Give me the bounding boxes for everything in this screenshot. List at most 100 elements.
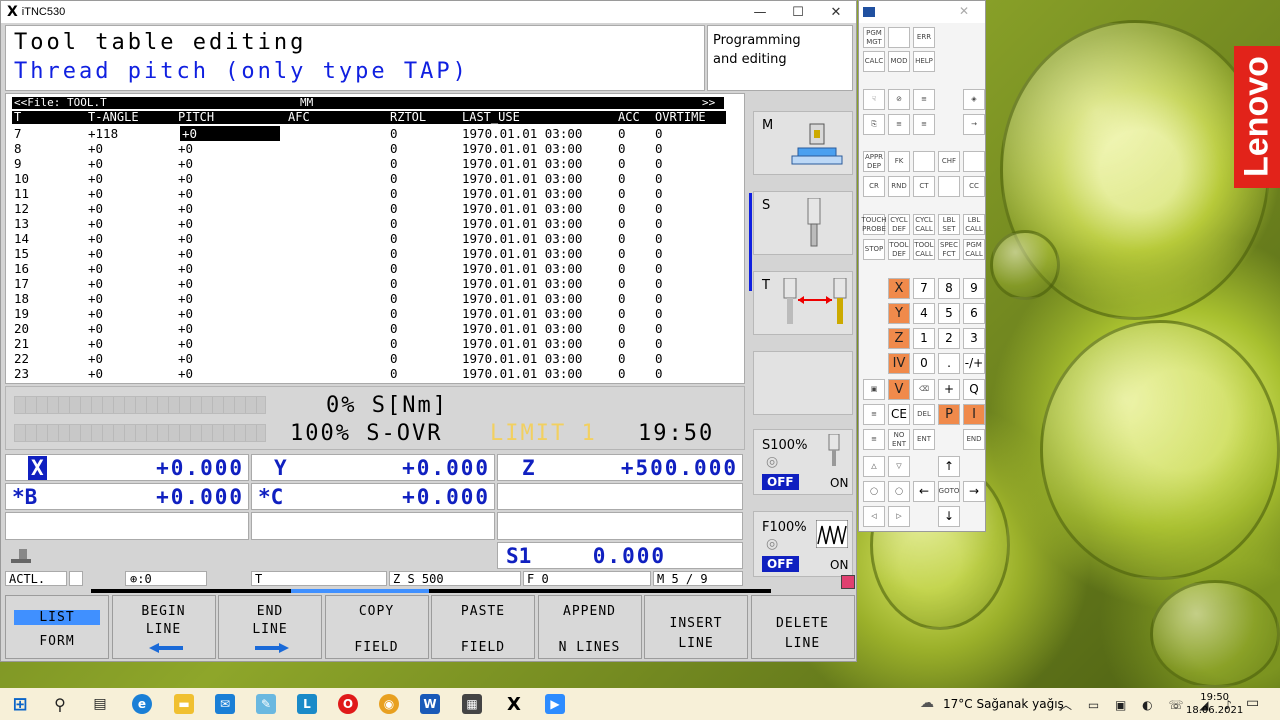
spindle-off-button[interactable]: OFF <box>762 474 799 490</box>
table-row[interactable]: 23 +0 +0 0 1970.01.01 03:00 0 0 <box>12 366 726 381</box>
softkey-list-form[interactable]: LIST FORM <box>5 595 109 659</box>
table-cell[interactable]: +0 <box>178 321 193 336</box>
table-cell[interactable]: +0 <box>88 141 103 156</box>
key-p[interactable]: P <box>938 404 960 425</box>
table-row[interactable]: 20 +0 +0 0 1970.01.01 03:00 0 0 <box>12 321 726 336</box>
table-cell[interactable]: 10 <box>14 171 29 186</box>
softkey-delete-line[interactable]: DELETE LINE <box>750 595 855 659</box>
table-cell[interactable]: 1970.01.01 03:00 <box>462 156 582 171</box>
table-cell[interactable]: 0 <box>655 321 663 336</box>
keypad-close-button[interactable]: ✕ <box>959 4 969 18</box>
table-cell[interactable]: 1970.01.01 03:00 <box>462 291 582 306</box>
table-row[interactable]: 22 +0 +0 0 1970.01.01 03:00 0 0 <box>12 351 726 366</box>
key-prog[interactable]: STOP <box>863 239 885 260</box>
key-q[interactable]: Q <box>963 379 985 400</box>
table-cell[interactable]: 1970.01.01 03:00 <box>462 321 582 336</box>
key-prog[interactable]: LBL CALL <box>963 214 985 235</box>
key-ent[interactable]: ENT <box>913 429 935 450</box>
table-cell[interactable]: 0 <box>655 156 663 171</box>
m-function-panel[interactable]: M <box>753 111 853 175</box>
selected-cell[interactable]: +0 <box>180 126 280 141</box>
table-cell[interactable]: 13 <box>14 216 29 231</box>
table-cell[interactable]: +0 <box>178 246 193 261</box>
table-cell[interactable]: +0 <box>88 321 103 336</box>
key-axis-v[interactable]: V <box>888 379 910 400</box>
table-cell[interactable]: 0 <box>390 321 398 336</box>
keyboard-app-icon[interactable]: ▦ <box>462 694 482 714</box>
table-cell[interactable]: 0 <box>618 291 626 306</box>
taskbar-clock[interactable]: 19:50 18.06.2021 <box>1186 691 1243 717</box>
table-cell[interactable]: 8 <box>14 141 22 156</box>
scroll-right-indicator[interactable]: >> <box>702 97 715 109</box>
windows-start-icon[interactable]: ⊞ <box>10 694 30 715</box>
key-plus[interactable]: + <box>938 379 960 400</box>
chrome-icon[interactable]: ◉ <box>379 694 399 714</box>
key-prog[interactable] <box>938 176 960 197</box>
table-cell[interactable]: 1970.01.01 03:00 <box>462 336 582 351</box>
table-cell[interactable]: +0 <box>178 306 193 321</box>
key-mode-icon[interactable]: ◈ <box>963 89 985 110</box>
key-digit[interactable]: 8 <box>938 278 960 299</box>
table-cell[interactable]: 0 <box>655 126 663 141</box>
key-icon[interactable]: ◯ <box>888 481 910 502</box>
key-mode-icon[interactable]: ⎘ <box>863 114 885 135</box>
edge-icon[interactable]: e <box>132 694 152 714</box>
key-prog[interactable]: CYCL DEF <box>888 214 910 235</box>
key-page-down[interactable]: ▽ <box>888 456 910 477</box>
table-cell[interactable]: 7 <box>14 126 22 141</box>
table-cell[interactable]: +0 <box>178 216 193 231</box>
table-cell[interactable]: 18 <box>14 291 29 306</box>
table-cell[interactable]: +0 <box>178 186 193 201</box>
key-prog[interactable]: TOUCH PROBE <box>861 214 887 235</box>
table-cell[interactable]: 1970.01.01 03:00 <box>462 141 582 156</box>
key-digit[interactable]: 7 <box>913 278 935 299</box>
key-page-up[interactable]: △ <box>863 456 885 477</box>
tool-panel[interactable]: T <box>753 271 853 335</box>
table-cell[interactable]: 0 <box>655 351 663 366</box>
table-cell[interactable]: 0 <box>618 126 626 141</box>
app-icon[interactable]: ✎ <box>256 694 276 714</box>
key-arrow-down[interactable]: ↓ <box>938 506 960 527</box>
mail-icon[interactable]: ✉ <box>215 694 235 714</box>
table-cell[interactable]: 0 <box>390 126 398 141</box>
key-icon[interactable]: ▷ <box>888 506 910 527</box>
key-arrow-right[interactable]: → <box>963 481 985 502</box>
key-icon[interactable]: ≡ <box>863 404 885 425</box>
table-cell[interactable]: 0 <box>390 141 398 156</box>
key-prog[interactable]: FK <box>888 151 910 172</box>
table-cell[interactable]: 0 <box>618 216 626 231</box>
itnc-taskbar-icon[interactable]: X <box>504 694 524 715</box>
key-blank[interactable] <box>888 27 910 48</box>
key-prog[interactable]: SPEC FCT <box>938 239 960 260</box>
key-mode-icon[interactable]: ≡ <box>913 114 935 135</box>
key-axis-x[interactable]: X <box>888 278 910 299</box>
softkey-copy-field[interactable]: COPY FIELD <box>324 595 429 659</box>
table-cell[interactable]: 0 <box>655 306 663 321</box>
table-cell[interactable]: +0 <box>88 216 103 231</box>
table-cell[interactable]: +0 <box>88 201 103 216</box>
table-cell[interactable]: +0 <box>178 261 193 276</box>
key-icon[interactable]: ⌫ <box>913 379 935 400</box>
key-prog[interactable]: CYCL CALL <box>913 214 935 235</box>
table-cell[interactable]: 0 <box>618 201 626 216</box>
table-cell[interactable]: 1970.01.01 03:00 <box>462 276 582 291</box>
table-row[interactable]: 11 +0 +0 0 1970.01.01 03:00 0 0 <box>12 186 726 201</box>
close-button[interactable]: ✕ <box>817 1 855 23</box>
app-l-icon[interactable]: L <box>297 694 317 714</box>
key-prog[interactable]: CHF <box>938 151 960 172</box>
table-cell[interactable]: 0 <box>390 231 398 246</box>
table-row[interactable]: 17 +0 +0 0 1970.01.01 03:00 0 0 <box>12 276 726 291</box>
table-cell[interactable]: 0 <box>390 291 398 306</box>
table-cell[interactable]: +0 <box>178 141 193 156</box>
softkey-append-n-lines[interactable]: APPEND N LINES <box>537 595 642 659</box>
key-prog[interactable] <box>963 151 985 172</box>
table-cell[interactable]: 0 <box>390 336 398 351</box>
table-cell[interactable]: 1970.01.01 03:00 <box>462 366 582 381</box>
table-cell[interactable]: 0 <box>390 261 398 276</box>
spindle-override-panel[interactable]: S100% ◎ OFF ON <box>753 429 853 495</box>
table-cell[interactable]: 15 <box>14 246 29 261</box>
key-digit[interactable]: 2 <box>938 328 960 349</box>
table-cell[interactable]: +0 <box>88 261 103 276</box>
key-mode-icon[interactable]: ⊘ <box>888 89 910 110</box>
key-del[interactable]: DEL <box>913 404 935 425</box>
